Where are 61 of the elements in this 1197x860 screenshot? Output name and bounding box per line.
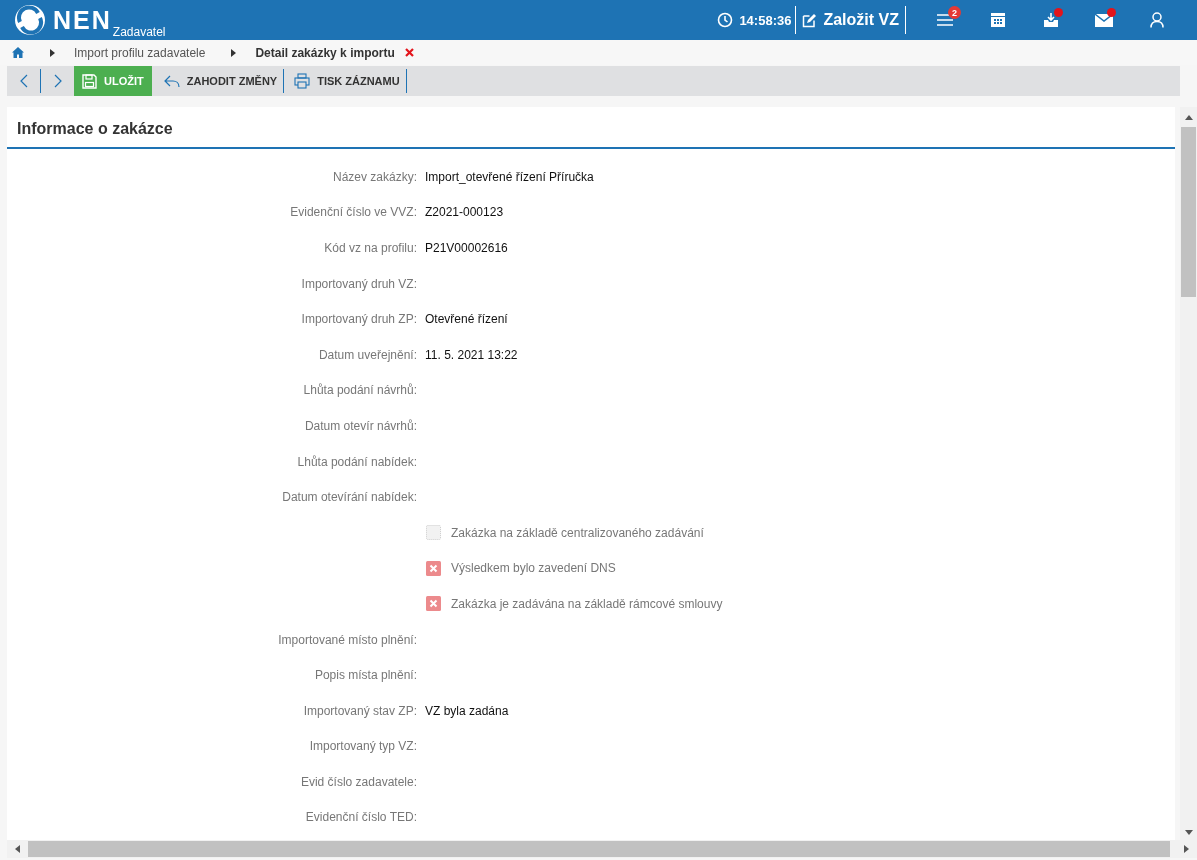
checkbox-label: Výsledkem bylo zavedení DNS	[451, 561, 616, 576]
edit-icon	[802, 12, 818, 28]
section-title: Informace o zakázce	[7, 107, 1175, 149]
vertical-scrollbar[interactable]	[1180, 107, 1197, 840]
field-label: Evidenční číslo ve VVZ:	[289, 205, 417, 220]
field-value: Otevřené řízení	[425, 312, 508, 327]
field-value: Import_otevřené řízení Příručka	[425, 169, 594, 184]
logo-text: NEN	[53, 5, 112, 35]
field-value: Z2021-000123	[425, 205, 504, 220]
logo-icon	[14, 4, 46, 36]
breadcrumb-item[interactable]: Import profilu zadavatele	[74, 45, 206, 60]
mail-icon	[1094, 13, 1113, 27]
menu-icon	[935, 12, 954, 28]
field-value: 11. 5. 2021 13:22	[425, 347, 518, 362]
checkbox-label: Zakázka je zadávána na základě rámcové smlouvy	[451, 596, 723, 611]
field-label: Datum otevírání nabídek:	[281, 490, 417, 505]
field-label: Kód vz na profilu:	[323, 241, 417, 255]
field-label: Lhůta podání návrhů:	[302, 383, 417, 398]
right-arrow-icon	[1184, 845, 1189, 853]
calendar-icon	[989, 12, 1006, 28]
left-arrow-icon	[15, 845, 20, 853]
field-label: Datum uveřejnění:	[317, 347, 417, 362]
field-label: Importované místo plnění:	[277, 632, 417, 647]
logo-subtitle: Zadavatel	[112, 25, 166, 39]
download-tray-icon	[1042, 12, 1059, 28]
menu-button[interactable]: 2	[918, 5, 971, 35]
field-label: Importovaný typ VZ:	[308, 739, 417, 754]
field-label: Evidenční číslo TED:	[304, 810, 417, 825]
breadcrumb-item[interactable]: Detail zakázky k importu	[255, 45, 395, 60]
field-label: Lhůta podání nabídek:	[296, 454, 417, 469]
field-label: Importovaný stav ZP:	[302, 703, 417, 718]
printer-icon	[294, 73, 311, 89]
field-label: Popis místa plnění:	[313, 668, 417, 683]
close-icon[interactable]	[404, 48, 414, 57]
scrollbar-thumb[interactable]	[1181, 127, 1196, 297]
field-value: VZ byla zadána	[425, 703, 509, 718]
field-label: Importovaný druh ZP:	[300, 312, 417, 327]
field-label: Datum otevír návrhů:	[303, 418, 417, 433]
clock-icon	[717, 12, 734, 28]
save-icon	[82, 73, 97, 89]
field-label: Evid číslo zadavatele:	[299, 774, 417, 789]
home-icon[interactable]	[12, 47, 24, 58]
chevron-right-icon	[53, 74, 62, 88]
chevron-icon	[50, 48, 56, 57]
down-arrow-icon	[1184, 830, 1193, 835]
create-button[interactable]: Založit VZ	[798, 11, 903, 29]
chevron-icon	[231, 48, 238, 57]
discard-button[interactable]: ZAHODIT ZMĚNY	[153, 66, 284, 96]
cross-checkbox[interactable]	[426, 560, 441, 576]
reply-arrow-icon	[163, 74, 180, 88]
field-label: Importovaný druh VZ:	[300, 276, 417, 291]
cross-checkbox[interactable]	[426, 596, 441, 612]
print-button[interactable]: TISK ZÁZNAMU	[284, 66, 406, 96]
field-value: P21V00002616	[425, 241, 508, 255]
clock-time: 14:58:36	[739, 12, 792, 28]
up-arrow-icon	[1184, 115, 1193, 120]
user-icon	[1149, 12, 1164, 28]
notification-badge: 2	[948, 6, 961, 19]
chevron-left-icon	[19, 74, 28, 88]
checkbox-label: Zakázka na základě centralizovaného zadávání	[451, 525, 704, 540]
field-label: Název zakázky:	[331, 169, 417, 184]
